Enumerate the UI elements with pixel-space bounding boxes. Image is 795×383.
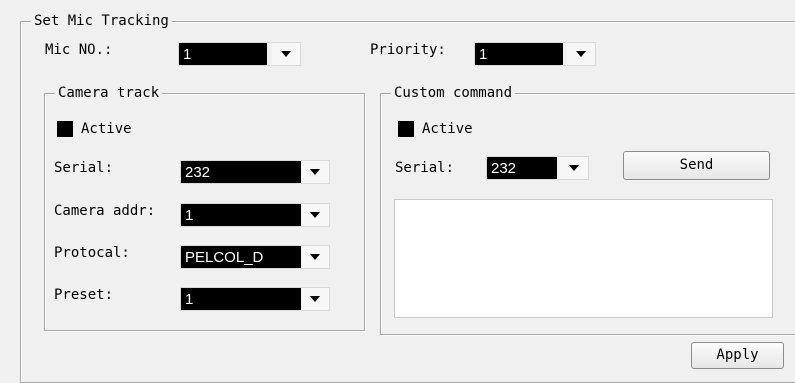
send-button[interactable]: Send — [623, 151, 770, 180]
mic-no-select[interactable]: 1 — [178, 42, 301, 66]
custom-command-title: Custom command — [391, 84, 516, 102]
mic-no-label: Mic NO.: — [45, 42, 113, 58]
protocol-select[interactable]: PELCOL_D — [180, 245, 330, 269]
camera-serial-select[interactable]: 232 — [180, 160, 330, 184]
custom-serial-value: 232 — [487, 157, 557, 179]
chevron-down-icon[interactable] — [301, 246, 329, 268]
camera-addr-select[interactable]: 1 — [180, 203, 330, 227]
priority-label: Priority: — [370, 42, 446, 58]
camera-track-active-label: Active — [81, 121, 132, 137]
chevron-down-icon[interactable] — [301, 161, 329, 183]
camera-addr-value: 1 — [181, 204, 301, 226]
preset-select[interactable]: 1 — [180, 287, 330, 311]
protocol-value: PELCOL_D — [181, 246, 301, 268]
custom-command-textbox[interactable] — [394, 199, 773, 318]
chevron-down-icon[interactable] — [301, 204, 329, 226]
priority-select[interactable]: 1 — [474, 42, 596, 66]
custom-command-active-label: Active — [422, 121, 473, 137]
camera-serial-label: Serial: — [54, 160, 114, 176]
custom-command-active-checkbox[interactable] — [398, 121, 414, 137]
camera-track-title: Camera track — [55, 84, 163, 102]
mic-no-value: 1 — [179, 43, 267, 65]
chevron-down-icon[interactable] — [301, 288, 329, 310]
protocol-label: Protocal: — [54, 245, 130, 261]
chevron-down-icon[interactable] — [560, 157, 588, 179]
apply-button[interactable]: Apply — [691, 342, 784, 369]
preset-label: Preset: — [54, 287, 114, 303]
custom-serial-select[interactable]: 232 — [486, 156, 589, 180]
camera-serial-value: 232 — [181, 161, 301, 183]
set-mic-tracking-title: Set Mic Tracking — [31, 12, 172, 30]
preset-value: 1 — [181, 288, 301, 310]
custom-serial-label: Serial: — [395, 160, 455, 176]
priority-value: 1 — [475, 43, 563, 65]
chevron-down-icon[interactable] — [567, 43, 595, 65]
chevron-down-icon[interactable] — [272, 43, 300, 65]
camera-track-active-checkbox[interactable] — [57, 121, 73, 137]
camera-addr-label: Camera addr: — [54, 203, 156, 219]
